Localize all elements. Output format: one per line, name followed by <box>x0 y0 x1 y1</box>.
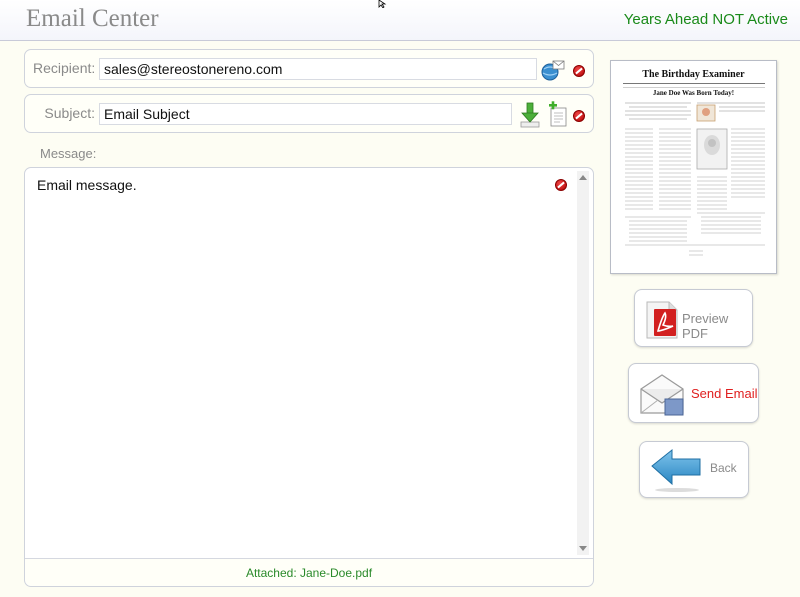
newspaper-headline: Jane Doe Was Born Today! <box>652 89 735 97</box>
masthead-rule <box>623 83 765 84</box>
page-title: Email Center <box>26 5 159 32</box>
scroll-down-icon[interactable] <box>579 546 587 551</box>
back-label: Back <box>710 461 737 475</box>
message-textarea[interactable]: Email message. <box>37 177 137 193</box>
newspaper-columns <box>625 102 765 256</box>
attachment-label: Attached: Jane-Doe.pdf <box>245 566 373 580</box>
recipient-row: Recipient: <box>24 49 594 88</box>
globe-mail-icon <box>541 60 565 81</box>
add-template-button[interactable] <box>546 101 568 127</box>
preview-pdf-button[interactable]: Preview PDF <box>634 289 753 347</box>
insert-subject-button[interactable] <box>519 102 541 128</box>
clear-recipient-icon[interactable] <box>573 65 585 77</box>
preview-pdf-label: Preview PDF <box>682 311 729 341</box>
add-document-icon <box>549 101 567 127</box>
send-email-label: Send Email <box>691 386 758 401</box>
recipient-label: Recipient: <box>33 60 96 76</box>
back-button[interactable]: Back <box>639 441 749 498</box>
message-scrollbar[interactable] <box>577 171 589 555</box>
message-box: Email message. Attached: Jane-Doe.pdf <box>24 167 594 587</box>
subject-input[interactable] <box>99 103 512 125</box>
clear-subject-icon[interactable] <box>573 110 585 122</box>
header-bar: Email Center Years Ahead NOT Active <box>0 0 800 41</box>
attachment-bar: Attached: Jane-Doe.pdf <box>25 558 593 586</box>
recipient-input[interactable] <box>99 58 537 80</box>
subject-row: Subject: <box>24 94 594 133</box>
message-label: Message: <box>40 146 97 161</box>
subject-label: Subject: <box>44 105 95 121</box>
envelope-icon <box>640 374 684 416</box>
back-arrow-icon <box>651 448 701 492</box>
pdf-preview-thumbnail[interactable]: The Birthday Examiner Jane Doe Was Born … <box>610 60 777 274</box>
scroll-up-icon[interactable] <box>579 175 587 180</box>
newspaper-masthead: The Birthday Examiner <box>642 69 745 80</box>
clear-message-icon[interactable] <box>555 179 567 191</box>
send-email-button[interactable]: Send Email <box>628 363 759 423</box>
dateline-rule <box>623 87 765 88</box>
address-book-button[interactable] <box>541 59 565 81</box>
pdf-document-icon <box>646 301 678 339</box>
mouse-cursor-icon <box>378 0 387 8</box>
subscription-status: Years Ahead NOT Active <box>623 11 788 28</box>
green-arrow-down-icon <box>520 102 540 128</box>
